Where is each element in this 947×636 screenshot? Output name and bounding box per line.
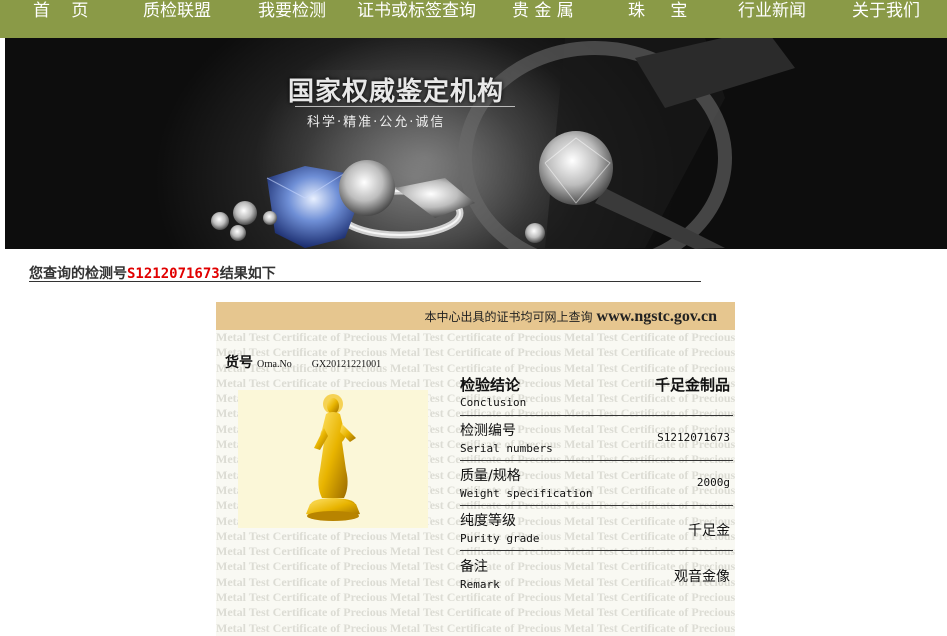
nav-industry-news[interactable]: 行业新闻 (738, 0, 806, 38)
banner-divider (295, 106, 515, 107)
watermark-line: Metal Test Certificate of Precious Metal… (216, 330, 735, 344)
row-divider (460, 415, 733, 416)
conclusion-label: 检验结论 (460, 376, 521, 394)
row-remark: 备注 Remark 观音金像 (460, 556, 733, 598)
certificate-header: 本中心出具的证书均可网上查询 www.ngstc.gov.cn (216, 302, 735, 330)
banner: 国家权威鉴定机构 科学·精准·公允·诚信 (5, 38, 947, 249)
nav-quality-alliance[interactable]: 质检联盟 (143, 0, 211, 38)
certificate: Metal Test Certificate of Precious Metal… (216, 302, 735, 636)
remark-label-en: Remark (460, 578, 500, 591)
watermark-line: Metal Test Certificate of Precious Metal… (216, 620, 735, 635)
result-underline (29, 281, 701, 282)
nav-certificate-query[interactable]: 证书或标签查询 (357, 0, 476, 38)
row-divider (460, 505, 733, 506)
orna-no: 货号 Orna.No GX20121221001 (225, 352, 381, 372)
conclusion-label-en: Conclusion (460, 396, 527, 409)
nav-home[interactable]: 首 页 (33, 0, 96, 38)
purity-label: 纯度等级 (460, 513, 516, 529)
conclusion-value: 千足金制品 (654, 376, 730, 394)
weight-value: 2000g (696, 476, 730, 489)
purity-value: 千足金 (688, 523, 730, 539)
weight-label-en: Weight specification (460, 487, 593, 500)
result-suffix: 结果如下 (219, 266, 276, 282)
row-weight: 质量/规格 Weight specification 2000g (460, 465, 733, 507)
orna-label-en: Orna.No (257, 359, 292, 370)
row-purity: 纯度等级 Purity grade 千足金 (460, 510, 733, 552)
result-heading: 您查询的检测号S1212071673结果如下 (29, 263, 276, 283)
serial-value: S1212071673 (657, 431, 730, 444)
nav-about-us[interactable]: 关于我们 (852, 0, 920, 38)
remark-label: 备注 (460, 559, 488, 575)
result-number: S1212071673 (127, 266, 220, 282)
serial-label: 检测编号 (460, 423, 516, 439)
row-serial: 检测编号 Serial numbers S1212071673 (460, 420, 733, 462)
orna-label-cn: 货号 (225, 355, 253, 371)
banner-subtitle: 科学·精准·公允·诚信 (307, 115, 446, 130)
certificate-header-text: 本中心出具的证书均可网上查询 (424, 310, 593, 324)
weight-label: 质量/规格 (460, 468, 521, 484)
serial-label-en: Serial numbers (460, 442, 553, 455)
result-prefix: 您查询的检测号 (29, 266, 127, 282)
row-divider (460, 460, 733, 461)
remark-value: 观音金像 (674, 569, 730, 585)
top-nav: 首 页 质检联盟 我要检测 证书或标签查询 贵 金 属 珠 宝 行业新闻 关于我… (0, 0, 947, 38)
row-conclusion: 检验结论 Conclusion 千足金制品 (460, 374, 733, 416)
guanyin-statue-image (306, 394, 360, 521)
nav-precious-metals[interactable]: 贵 金 属 (512, 0, 574, 38)
nav-jewelry[interactable]: 珠 宝 (628, 0, 697, 38)
watermark-line: Metal Test Certificate of Precious Metal… (216, 605, 735, 620)
purity-label-en: Purity grade (460, 532, 540, 545)
certificate-url: www.ngstc.gov.cn (596, 308, 717, 325)
nav-request-test[interactable]: 我要检测 (258, 0, 326, 38)
orna-value: GX20121221001 (311, 359, 382, 370)
product-photo (238, 390, 428, 528)
banner-title: 国家权威鉴定机构 (288, 77, 505, 107)
row-divider (460, 550, 733, 551)
